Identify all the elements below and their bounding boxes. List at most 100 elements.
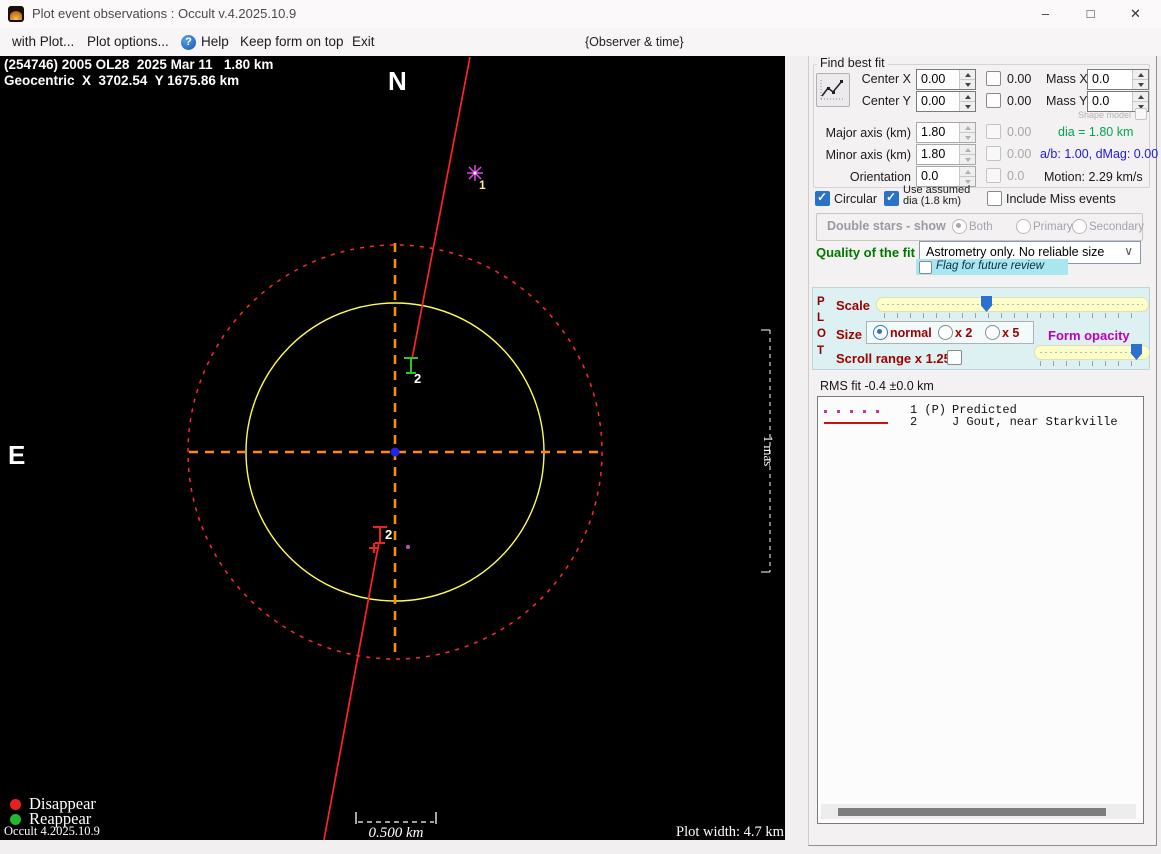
size-normal-label: normal [890,326,932,340]
km-scale-bracket [356,812,436,824]
center-dot [391,448,400,457]
scale-slider[interactable] [876,297,1149,312]
window-title: Plot event observations : Occult v.4.202… [32,0,296,28]
observation-name[interactable]: J Gout, near Starkville [952,415,1118,429]
menu-plot-options[interactable]: Plot options... [87,28,169,56]
size-normal-radio[interactable] [873,325,888,340]
circular-checkbox[interactable] [815,191,830,206]
opacity-slider-ticks [1040,361,1144,366]
quality-label: Quality of the fit [816,245,915,260]
double-stars-title: Double stars - show [827,219,946,233]
occult-logo-icon [10,11,22,20]
mass-y-up-icon[interactable] [1132,92,1148,101]
observed-line-swatch [824,422,888,424]
mass-x-down-icon[interactable] [1132,79,1148,89]
predicted-line-swatch [824,410,888,413]
observation-list[interactable]: 1 (P) Predicted 2 J Gout, near Starkvill… [817,396,1144,824]
find-best-fit-title: Find best fit [817,56,888,70]
center-y-checkbox[interactable] [986,93,1001,108]
list-hscrollbar[interactable] [821,804,1136,819]
mass-x-label: Mass X [1046,72,1088,86]
chart-icon [817,74,847,104]
plot-area: 1 2 2 [0,56,785,840]
size-x5-label: x 5 [1002,326,1019,340]
disappear-marker-label: 2 [385,527,392,542]
axis-ratio-text: a/b: 1.00, dMag: 0.00 [1040,147,1158,161]
double-both-radio [952,219,967,234]
mass-y-value: 0.0 [1088,92,1132,111]
orientation-aux-value: 0.0 [1007,169,1024,183]
size-x2-label: x 2 [955,326,972,340]
center-x-spinner[interactable]: 0.00 [916,69,976,90]
center-y-down-icon[interactable] [959,101,975,111]
reappear-marker-label: 2 [414,371,421,386]
disappear-dot-icon [10,799,21,810]
mass-x-spinner[interactable]: 0.0 [1087,69,1149,90]
menubar: with Plot... Plot options... ? Help Keep… [0,28,1161,56]
major-axis-spinner: 1.80 [916,122,976,143]
close-icon[interactable]: ✕ [1113,0,1158,28]
minor-axis-value: 1.80 [917,145,959,164]
double-primary-radio [1016,219,1031,234]
size-x2-radio[interactable] [938,325,953,340]
minor-axis-up-icon [959,145,975,154]
minor-axis-spinner: 1.80 [916,144,976,165]
observation-num[interactable]: 2 [910,415,917,429]
major-axis-down-icon [959,132,975,142]
include-miss-label: Include Miss events [1006,192,1116,206]
rms-fit-text: RMS fit -0.4 ±0.0 km [820,379,934,393]
center-y-value: 0.00 [917,92,959,111]
menu-help[interactable]: Help [201,28,229,56]
center-y-aux-value: 0.00 [1007,94,1031,108]
predicted-point-dot [406,545,410,549]
mass-y-label: Mass Y [1046,94,1087,108]
menu-with-plot[interactable]: with Plot... [12,28,74,56]
north-label: N [388,66,407,97]
menu-exit[interactable]: Exit [352,28,375,56]
flag-review-checkbox[interactable] [919,261,932,274]
major-axis-value: 1.80 [917,123,959,142]
shape-model-checkbox [1135,108,1147,120]
observer-time-label: {Observer & time} [585,28,684,56]
app-window: Plot event observations : Occult v.4.202… [0,0,1161,854]
maximize-icon[interactable]: □ [1068,0,1113,28]
minor-axis-down-icon [959,154,975,164]
major-axis-aux-value: 0.00 [1007,125,1031,139]
scroll-range-checkbox[interactable] [947,350,962,365]
list-hscrollbar-thumb[interactable] [838,808,1106,816]
major-axis-label: Major axis (km) [820,126,911,140]
center-x-down-icon[interactable] [959,79,975,89]
menu-keep-on-top[interactable]: Keep form on top [240,28,344,56]
geocentric-coords: Geocentric X 3702.54 Y 1675.86 km [4,73,239,88]
center-x-checkbox[interactable] [986,71,1001,86]
center-y-up-icon[interactable] [959,92,975,101]
double-both-label: Both [969,221,993,233]
center-y-label: Center Y [845,94,911,108]
occult-version-label: Occult 4.2025.10.9 [4,824,100,839]
help-icon[interactable]: ? [181,35,196,50]
minimize-icon[interactable]: – [1023,0,1068,28]
major-axis-up-icon [959,123,975,132]
plot-panel-letters: PLOT [817,294,828,359]
flag-review-label: Flag for future review [936,260,1044,272]
event-title: (254746) 2005 OL28 2025 Mar 11 1.80 km [4,57,273,72]
include-miss-checkbox[interactable] [987,191,1002,206]
flag-review-wrap: Flag for future review [916,259,1068,275]
center-x-up-icon[interactable] [959,70,975,79]
reappear-dot-icon [10,814,21,825]
chevron-down-icon[interactable]: ∨ [1124,244,1133,258]
center-y-spinner[interactable]: 0.00 [916,91,976,112]
center-x-label: Center X [845,72,911,86]
diameter-text: dia = 1.80 km [1058,125,1133,139]
mass-x-up-icon[interactable] [1132,70,1148,79]
shape-model-label: Shape model [1078,110,1131,120]
form-opacity-label: Form opacity [1048,328,1130,343]
chord-upper-segment [412,57,470,359]
size-x5-radio[interactable] [985,325,1000,340]
use-assumed-checkbox[interactable] [884,191,899,206]
size-label: Size [836,327,862,342]
app-icon [8,6,24,22]
orientation-up-icon [959,167,975,176]
center-x-aux-value: 0.00 [1007,72,1031,86]
predicted-marker-label: 1 [479,178,486,192]
